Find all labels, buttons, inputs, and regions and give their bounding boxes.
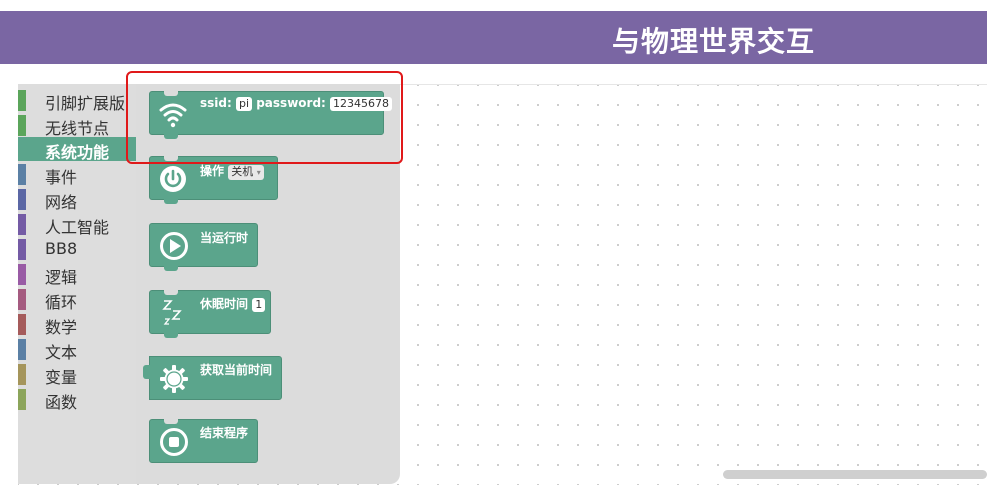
horizontal-scrollbar[interactable] [723,470,987,479]
toolbox-category-functions[interactable]: 函数 [18,387,136,412]
category-color-bar [18,364,26,385]
category-label: 无线节点 [45,119,110,138]
toolbox: 引脚扩展版 无线节点 系统功能 事件 网络 人工智能 BB8 逻辑 循环 数学 … [18,84,136,484]
category-label: 变量 [45,368,78,387]
power-block-text: 操作 关机 ▾ [200,162,264,180]
sleep-block[interactable]: 休眠时间 1 [149,290,271,338]
category-label: 事件 [45,168,78,187]
category-color-bar [18,239,26,260]
sleep-duration-field[interactable]: 1 [252,298,266,312]
end-program-block[interactable]: 结束程序 [149,419,258,463]
block-notch [164,290,178,295]
toolbox-category-wireless-node[interactable]: 无线节点 [18,113,136,138]
category-color-bar [18,189,26,210]
toolbox-category-pin-extension[interactable]: 引脚扩展版 [18,88,136,113]
category-label: BB8 [45,239,78,258]
toolbox-category-text[interactable]: 文本 [18,337,136,362]
sleep-label: 休眠时间 [200,297,249,311]
header-banner: 与物理世界交互 [0,11,987,64]
category-label: 文本 [45,343,78,362]
get-current-time-block[interactable]: 获取当前时间 [143,356,282,400]
run-label: 当运行时 [200,231,249,245]
category-color-bar [18,339,26,360]
category-label: 引脚扩展版 [45,94,126,113]
category-color-bar [18,389,26,410]
category-color-bar [18,90,26,111]
category-color-bar [18,139,26,160]
end-label: 结束程序 [200,426,249,440]
category-label: 逻辑 [45,268,78,287]
category-label: 网络 [45,193,78,212]
gear-icon [160,365,188,393]
toolbox-category-ai[interactable]: 人工智能 [18,212,136,237]
category-label: 数学 [45,318,78,337]
sleep-block-text: 休眠时间 1 [200,295,266,312]
toolbox-category-bb8[interactable]: BB8 [18,237,136,261]
sleep-icon [162,300,182,325]
category-label: 函数 [45,393,78,412]
when-run-block[interactable]: 当运行时 [149,223,258,271]
category-color-bar [18,264,26,285]
power-icon [160,166,186,192]
toolbox-category-loops[interactable]: 循环 [18,287,136,312]
power-option-dropdown[interactable]: 关机 ▾ [228,165,264,180]
toolbox-category-system[interactable]: 系统功能 [18,137,136,162]
toolbox-category-math[interactable]: 数学 [18,312,136,337]
toolbox-category-logic[interactable]: 逻辑 [18,262,136,287]
block-tab [164,266,178,271]
stop-icon [160,428,188,456]
time-label: 获取当前时间 [200,363,273,377]
power-label: 操作 [200,164,225,178]
category-color-bar [18,115,26,136]
block-tab [164,333,178,338]
block-notch [164,419,178,424]
chevron-down-icon: ▾ [256,168,261,177]
play-icon [160,232,188,260]
output-plug [143,365,151,379]
category-color-bar [18,214,26,235]
category-label: 循环 [45,293,78,312]
category-label: 系统功能 [45,143,110,162]
block-tab [164,199,178,204]
toolbox-category-network[interactable]: 网络 [18,187,136,212]
category-color-bar [18,289,26,310]
highlight-annotation [126,71,403,164]
category-color-bar [18,314,26,335]
power-option-value: 关机 [231,165,254,178]
toolbox-category-events[interactable]: 事件 [18,162,136,187]
page-title: 与物理世界交互 [612,25,816,58]
toolbox-category-variables[interactable]: 变量 [18,362,136,387]
category-label: 人工智能 [45,218,110,237]
category-color-bar [18,164,26,185]
